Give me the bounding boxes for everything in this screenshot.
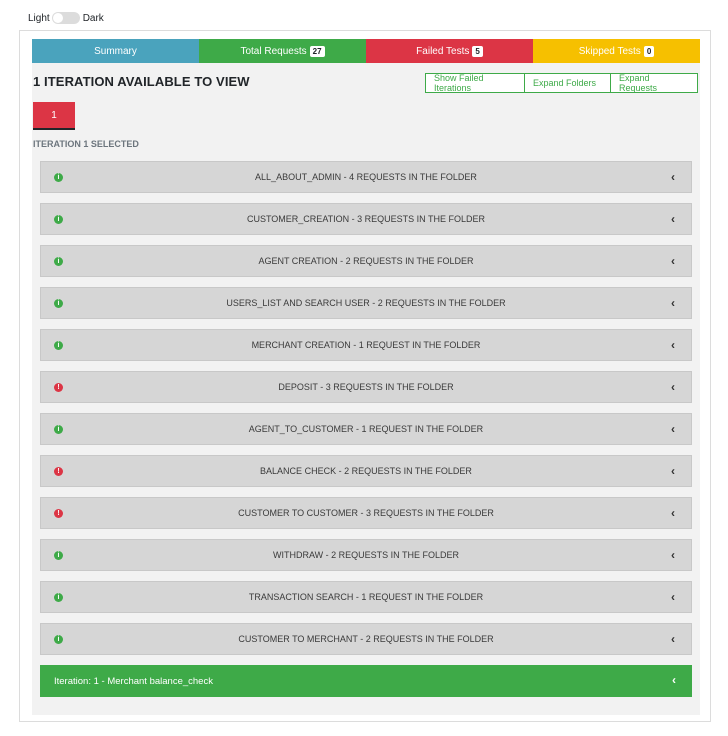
folder-row[interactable]: i TRANSACTION SEARCH - 1 REQUEST IN THE F… bbox=[40, 581, 692, 613]
error-icon: ! bbox=[54, 467, 63, 476]
chevron-left-icon: ‹ bbox=[671, 422, 675, 436]
folder-title: WITHDRAW - 2 REQUESTS IN THE FOLDER bbox=[272, 550, 459, 560]
error-icon: ! bbox=[54, 509, 63, 518]
info-icon: i bbox=[54, 299, 63, 308]
folder-title: CUSTOMER TO MERCHANT - 2 REQUESTS IN THE… bbox=[238, 634, 494, 644]
chevron-left-icon: ‹ bbox=[671, 296, 675, 310]
info-icon: i bbox=[54, 551, 63, 560]
iteration-request-bar[interactable]: Iteration: 1 - Merchant balance_check ‹ bbox=[40, 665, 692, 697]
chevron-left-icon: ‹ bbox=[671, 338, 675, 352]
info-icon: i bbox=[54, 173, 63, 182]
chevron-left-icon: ‹ bbox=[671, 464, 675, 478]
info-icon: i bbox=[54, 425, 63, 434]
summary-bar: Summary Total Requests 27 Failed Tests 5… bbox=[32, 39, 700, 63]
expand-requests-button[interactable]: Expand Requests bbox=[610, 73, 698, 93]
folder-title: MERCHANT CREATION - 1 REQUEST IN THE FOL… bbox=[251, 340, 481, 350]
info-icon: i bbox=[54, 593, 63, 602]
chevron-left-icon: ‹ bbox=[671, 590, 675, 604]
skipped-tests-tab[interactable]: Skipped Tests 0 bbox=[533, 39, 700, 63]
info-icon: i bbox=[54, 257, 63, 266]
folder-title: USERS_LIST AND SEARCH USER - 2 REQUESTS … bbox=[226, 298, 506, 308]
total-requests-label: Total Requests bbox=[240, 45, 307, 57]
folder-row[interactable]: i USERS_LIST AND SEARCH USER - 2 REQUESTS… bbox=[40, 287, 692, 319]
folder-title: AGENT_TO_CUSTOMER - 1 REQUEST IN THE FOL… bbox=[248, 424, 484, 434]
failed-tests-label: Failed Tests bbox=[416, 45, 470, 57]
folder-row[interactable]: i MERCHANT CREATION - 1 REQUEST IN THE FO… bbox=[40, 329, 692, 361]
folder-row[interactable]: ! CUSTOMER TO CUSTOMER - 3 REQUESTS IN TH… bbox=[40, 497, 692, 529]
dark-label: Dark bbox=[82, 12, 104, 24]
folder-row[interactable]: ! BALANCE CHECK - 2 REQUESTS IN THE FOLDE… bbox=[40, 455, 692, 487]
chevron-left-icon: ‹ bbox=[671, 170, 675, 184]
skipped-tests-badge: 0 bbox=[643, 45, 655, 57]
iteration-tab-1[interactable]: 1 bbox=[33, 102, 75, 130]
folder-row[interactable]: i AGENT_TO_CUSTOMER - 1 REQUEST IN THE FO… bbox=[40, 413, 692, 445]
folder-row[interactable]: i AGENT CREATION - 2 REQUESTS IN THE FOLD… bbox=[40, 245, 692, 277]
total-requests-tab[interactable]: Total Requests 27 bbox=[199, 39, 366, 63]
switch-knob bbox=[52, 13, 63, 23]
folder-title: AGENT CREATION - 2 REQUESTS IN THE FOLDE… bbox=[258, 256, 474, 266]
total-requests-badge: 27 bbox=[309, 45, 325, 57]
folder-row[interactable]: ! DEPOSIT - 3 REQUESTS IN THE FOLDER ‹ bbox=[40, 371, 692, 403]
folder-title: CUSTOMER TO CUSTOMER - 3 REQUESTS IN THE… bbox=[238, 508, 494, 518]
theme-toggle[interactable]: Light Dark bbox=[28, 10, 104, 26]
info-icon: i bbox=[54, 341, 63, 350]
view-button-group: Show Failed Iterations Expand Folders Ex… bbox=[425, 73, 698, 93]
folder-title: BALANCE CHECK - 2 REQUESTS IN THE FOLDER bbox=[260, 466, 472, 476]
selected-iteration-label: ITERATION 1 SELECTED bbox=[33, 139, 139, 149]
skipped-tests-label: Skipped Tests bbox=[578, 45, 641, 57]
iteration-request-label: Iteration: 1 - Merchant balance_check bbox=[54, 675, 213, 687]
chevron-left-icon: ‹ bbox=[671, 254, 675, 268]
folder-title: CUSTOMER_CREATION - 3 REQUESTS IN THE FO… bbox=[246, 214, 486, 224]
chevron-left-icon: ‹ bbox=[671, 548, 675, 562]
chevron-left-icon: ‹ bbox=[671, 506, 675, 520]
info-icon: i bbox=[54, 215, 63, 224]
failed-tests-badge: 5 bbox=[472, 45, 483, 57]
error-icon: ! bbox=[54, 383, 63, 392]
expand-folders-button[interactable]: Expand Folders bbox=[524, 73, 611, 93]
folder-title: TRANSACTION SEARCH - 1 REQUEST IN THE FO… bbox=[248, 592, 484, 602]
failed-tests-tab[interactable]: Failed Tests 5 bbox=[366, 39, 533, 63]
summary-tab[interactable]: Summary bbox=[32, 39, 199, 63]
iteration-panel: Summary Total Requests 27 Failed Tests 5… bbox=[32, 39, 700, 715]
folder-row[interactable]: i WITHDRAW - 2 REQUESTS IN THE FOLDER ‹ bbox=[40, 539, 692, 571]
folder-row[interactable]: i ALL_ABOUT_ADMIN - 4 REQUESTS IN THE FOL… bbox=[40, 161, 692, 193]
report-card: Summary Total Requests 27 Failed Tests 5… bbox=[19, 30, 711, 722]
folder-row[interactable]: i CUSTOMER_CREATION - 3 REQUESTS IN THE F… bbox=[40, 203, 692, 235]
chevron-left-icon: ‹ bbox=[671, 380, 675, 394]
chevron-left-icon: ‹ bbox=[671, 212, 675, 226]
show-failed-iterations-button[interactable]: Show Failed Iterations bbox=[425, 73, 525, 93]
light-label: Light bbox=[28, 12, 50, 24]
folder-title: DEPOSIT - 3 REQUESTS IN THE FOLDER bbox=[278, 382, 454, 392]
iterations-heading: 1 ITERATION AVAILABLE TO VIEW bbox=[33, 74, 250, 89]
summary-label: Summary bbox=[94, 45, 137, 57]
chevron-left-icon: ‹ bbox=[672, 673, 676, 687]
theme-switch[interactable] bbox=[51, 12, 80, 24]
info-icon: i bbox=[54, 635, 63, 644]
chevron-left-icon: ‹ bbox=[671, 632, 675, 646]
folder-title: ALL_ABOUT_ADMIN - 4 REQUESTS IN THE FOLD… bbox=[255, 172, 477, 182]
folder-row[interactable]: i CUSTOMER TO MERCHANT - 2 REQUESTS IN TH… bbox=[40, 623, 692, 655]
